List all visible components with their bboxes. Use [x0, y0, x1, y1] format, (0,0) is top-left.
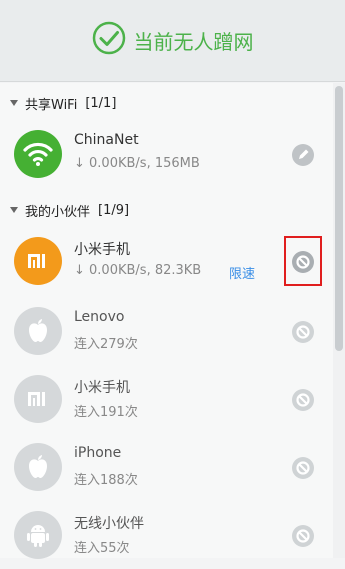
apple-icon — [14, 307, 62, 355]
section-shared-wifi[interactable]: 共享WiFi [1/1] — [0, 89, 116, 117]
device-name: iPhone — [74, 445, 122, 461]
wifi-icon — [14, 130, 62, 178]
limit-speed-link[interactable]: 限速 — [229, 263, 255, 282]
device-name: 无线小伙伴 — [74, 516, 144, 532]
device-stats: ↓ 0.00KB/s, 156MB — [74, 156, 200, 171]
collapse-triangle-icon — [10, 100, 18, 106]
device-name: ChinaNet — [74, 132, 139, 148]
list-item-wireless-partner[interactable]: 无线小伙伴 连入55次 — [0, 501, 330, 569]
block-device-icon[interactable] — [292, 457, 314, 479]
list-item-iphone[interactable]: iPhone 连入188次 — [0, 433, 330, 501]
header-status: 当前无人蹭网 — [0, 20, 345, 60]
highlight-box — [284, 236, 322, 286]
collapse-triangle-icon — [10, 207, 18, 213]
device-name: 小米手机 — [74, 242, 130, 258]
scrollbar-thumb[interactable] — [335, 86, 343, 351]
apple-icon — [14, 443, 62, 491]
section-title: 我的小伙伴 — [25, 204, 91, 220]
list-item-chinanet[interactable]: ChinaNet ↓ 0.00KB/s, 156MB — [0, 120, 330, 188]
list-item-lenovo[interactable]: Lenovo 连入279次 — [0, 297, 330, 365]
device-name: Lenovo — [74, 309, 125, 325]
device-connections: 连入191次 — [74, 405, 138, 420]
block-device-icon[interactable] — [292, 389, 314, 411]
section-title: 共享WiFi — [25, 97, 78, 113]
edit-icon[interactable] — [292, 144, 314, 166]
mi-logo-icon — [14, 237, 62, 285]
header: 当前无人蹭网 — [0, 0, 345, 82]
list-item-xiaomi-online[interactable]: 小米手机 ↓ 0.00KB/s, 82.3KB 限速 — [0, 227, 330, 295]
block-device-icon[interactable] — [292, 321, 314, 343]
section-count: [1/1] — [85, 95, 117, 111]
list-item-xiaomi-offline[interactable]: 小米手机 连入191次 — [0, 365, 330, 433]
check-circle-icon — [92, 21, 126, 59]
block-device-icon[interactable] — [292, 525, 314, 547]
device-connections: 连入55次 — [74, 541, 130, 556]
device-name: 小米手机 — [74, 380, 130, 396]
status-title: 当前无人蹭网 — [133, 29, 254, 54]
section-my-partners[interactable]: 我的小伙伴 [1/9] — [0, 196, 129, 224]
section-count: [1/9] — [98, 202, 130, 218]
device-stats: ↓ 0.00KB/s, 82.3KB — [74, 263, 202, 278]
device-connections: 连入188次 — [74, 473, 138, 488]
android-icon — [14, 511, 62, 559]
mi-logo-icon — [14, 375, 62, 423]
device-connections: 连入279次 — [74, 337, 138, 352]
